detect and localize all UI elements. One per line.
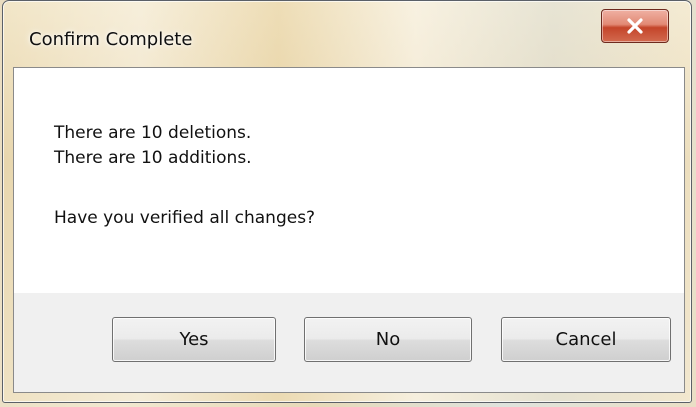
window-title: Confirm Complete: [29, 29, 193, 50]
no-button[interactable]: No: [304, 317, 472, 362]
message-area: There are 10 deletions. There are 10 add…: [14, 68, 684, 293]
additions-message: There are 10 additions.: [54, 148, 252, 168]
dialog-content: There are 10 deletions. There are 10 add…: [13, 67, 685, 393]
dialog-window: Confirm Complete There are 10 deletions.…: [2, 0, 692, 403]
close-icon: [627, 18, 643, 34]
verify-question: Have you verified all changes?: [54, 208, 316, 228]
cancel-button[interactable]: Cancel: [501, 317, 671, 362]
deletions-message: There are 10 deletions.: [54, 123, 252, 143]
close-button[interactable]: [601, 9, 669, 43]
yes-button[interactable]: Yes: [112, 317, 276, 362]
button-bar: Yes No Cancel: [14, 293, 684, 392]
